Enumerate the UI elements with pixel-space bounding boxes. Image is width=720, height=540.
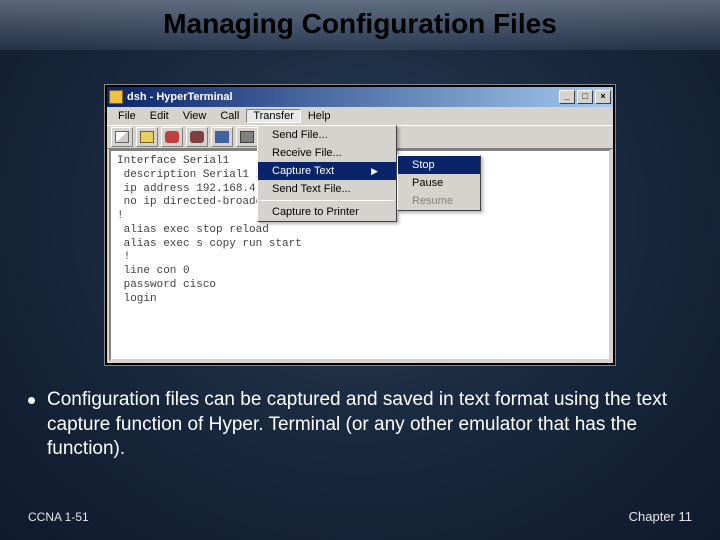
submenu-item-resume[interactable]: Resume	[398, 192, 480, 210]
menubar: File Edit View Call Transfer Help	[107, 107, 613, 125]
tool-call[interactable]	[161, 127, 183, 147]
menu-item-send-file[interactable]: Send File...	[258, 126, 396, 144]
menu-view[interactable]: View	[176, 109, 214, 123]
tool-properties[interactable]	[236, 127, 258, 147]
minimize-button[interactable]: _	[559, 90, 575, 104]
close-button[interactable]: ×	[595, 90, 611, 104]
tool-new[interactable]	[111, 127, 133, 147]
slide-title: Managing Configuration Files	[0, 0, 720, 40]
menu-separator	[260, 200, 394, 201]
transfer-menu: Send File... Receive File... Capture Tex…	[257, 125, 397, 222]
submenu-arrow-icon: ▶	[371, 166, 378, 177]
menu-item-capture-text[interactable]: Capture Text▶	[258, 162, 396, 180]
folder-icon	[140, 131, 154, 143]
footer-left: CCNA 1-51	[28, 510, 89, 524]
menu-call[interactable]: Call	[213, 109, 246, 123]
window-titlebar: dsh - HyperTerminal _ □ ×	[107, 87, 613, 107]
submenu-item-stop[interactable]: Stop	[398, 156, 480, 174]
menu-edit[interactable]: Edit	[143, 109, 176, 123]
menu-item-receive-file[interactable]: Receive File...	[258, 144, 396, 162]
menu-item-capture-to-printer[interactable]: Capture to Printer	[258, 203, 396, 221]
bullet-icon	[28, 397, 35, 404]
tool-send[interactable]	[211, 127, 233, 147]
hyperterminal-window: dsh - HyperTerminal _ □ × File Edit View…	[105, 85, 615, 365]
menu-file[interactable]: File	[111, 109, 143, 123]
bullet-text: Configuration files can be captured and …	[47, 388, 692, 462]
app-icon	[109, 90, 123, 104]
slide-bullet: Configuration files can be captured and …	[28, 388, 692, 462]
tool-hangup[interactable]	[186, 127, 208, 147]
send-icon	[215, 131, 229, 143]
properties-icon	[240, 131, 254, 143]
menu-item-send-text-file[interactable]: Send Text File...	[258, 180, 396, 198]
phone-icon	[165, 131, 179, 143]
submenu-item-pause[interactable]: Pause	[398, 174, 480, 192]
menu-transfer[interactable]: Transfer	[246, 109, 301, 123]
capture-text-submenu: Stop Pause Resume	[397, 155, 481, 211]
window-title: dsh - HyperTerminal	[127, 91, 557, 103]
maximize-button[interactable]: □	[577, 90, 593, 104]
footer-right: Chapter 11	[629, 509, 692, 524]
tool-open[interactable]	[136, 127, 158, 147]
document-icon	[115, 131, 129, 143]
phone-down-icon	[190, 131, 204, 143]
menu-help[interactable]: Help	[301, 109, 338, 123]
